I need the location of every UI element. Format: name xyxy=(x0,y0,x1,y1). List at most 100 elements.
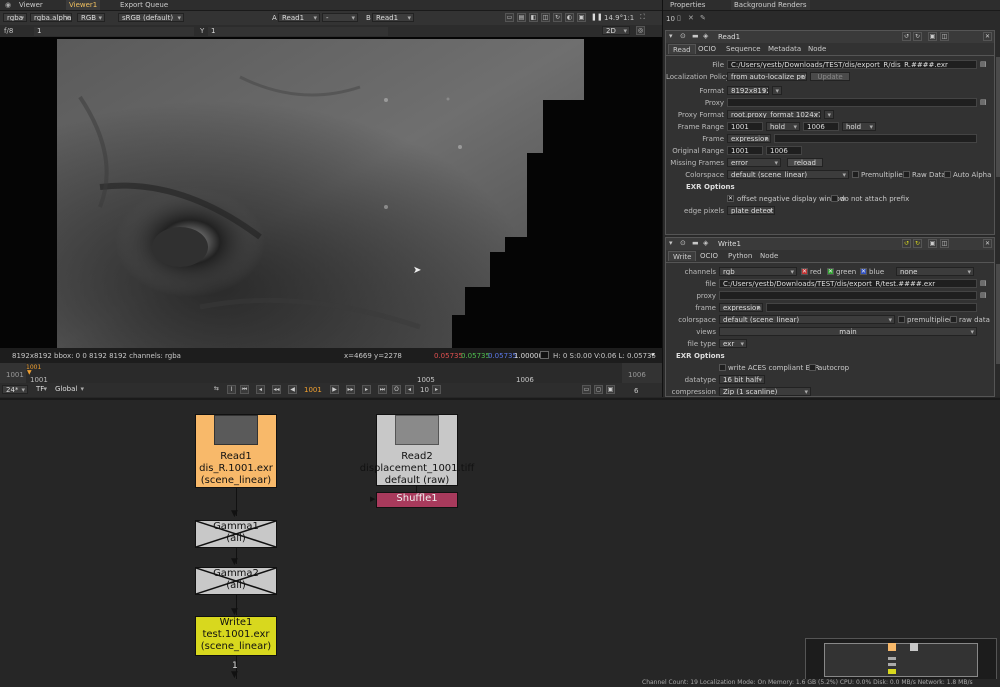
pause-icon[interactable]: ❚❚ xyxy=(591,13,603,21)
step-value[interactable]: 10 xyxy=(420,386,429,394)
tf-dropdown[interactable]: TF xyxy=(33,385,49,394)
write-redo-icon[interactable]: ↻ xyxy=(913,239,922,248)
swatch-icon[interactable]: ▣ xyxy=(577,13,586,22)
undo-icon[interactable]: ↺ xyxy=(902,32,911,41)
fps-dropdown[interactable]: 24* xyxy=(2,385,28,394)
flipbook-icon[interactable]: ◻ xyxy=(594,385,603,394)
sync-icon[interactable]: ⇆ xyxy=(212,385,221,394)
write-close-icon[interactable]: ✕ xyxy=(983,239,992,248)
views-dropdown[interactable]: main xyxy=(719,327,977,336)
close-icon[interactable]: ✕ xyxy=(983,32,992,41)
autocrop-checkbox[interactable] xyxy=(809,364,816,371)
viewer-canvas[interactable]: ➤ xyxy=(0,37,662,348)
pencil-icon[interactable]: ✎ xyxy=(700,14,706,22)
write-frame-dropdown[interactable]: expression xyxy=(719,303,763,312)
node-minimap[interactable] xyxy=(805,638,997,680)
current-frame[interactable]: 1001 xyxy=(304,386,322,394)
view-mode-dropdown[interactable]: 2D xyxy=(602,26,630,35)
write1-name[interactable]: Write1 xyxy=(718,240,741,248)
reload-button[interactable]: reload xyxy=(787,158,823,167)
lut-icon[interactable]: ▤ xyxy=(517,13,526,22)
color-icon[interactable]: ◈ xyxy=(703,32,708,40)
play-back-icon[interactable]: ◀ xyxy=(288,385,297,394)
camera-icon[interactable]: ◎ xyxy=(636,26,645,35)
tab-viewer1[interactable]: Viewer1 xyxy=(66,0,101,10)
proxy-format-extra-dropdown[interactable] xyxy=(824,110,834,119)
write-file-browse-icon[interactable]: ▤ xyxy=(980,279,987,287)
format-dropdown[interactable]: 8192x8192 xyxy=(727,86,769,95)
tab-node[interactable]: Node xyxy=(804,44,830,54)
write-undo-icon[interactable]: ↺ xyxy=(902,239,911,248)
read1-scrollbar[interactable] xyxy=(996,57,1000,177)
write-file-field[interactable]: C:/Users/yestb/Downloads/TEST/dis/export… xyxy=(719,279,977,288)
scope-dropdown[interactable]: Global xyxy=(52,385,86,394)
display-dropdown[interactable]: sRGB (default) xyxy=(118,13,184,22)
write-node-icon[interactable]: ▬ xyxy=(692,239,699,247)
next-key-icon[interactable]: ▸ xyxy=(362,385,371,394)
localization-dropdown[interactable]: from auto-localize path xyxy=(727,72,807,81)
in-point-icon[interactable]: I xyxy=(227,385,236,394)
frame-before-dropdown[interactable]: hold xyxy=(766,122,800,131)
prev-key-icon[interactable]: ◂ xyxy=(256,385,265,394)
write-proxy-browse-icon[interactable]: ▤ xyxy=(980,291,987,299)
write-color-icon[interactable]: ◈ xyxy=(703,239,708,247)
write-reset-icon[interactable]: ▣ xyxy=(928,239,937,248)
input-b-dropdown[interactable]: Read1 xyxy=(372,13,414,22)
tab-background-renders[interactable]: Background Renders xyxy=(731,0,810,10)
write1-scrollbar[interactable] xyxy=(996,264,1000,364)
step-forward-icon[interactable]: ▸ xyxy=(432,385,441,394)
write-premultiplied-checkbox[interactable] xyxy=(898,316,905,323)
reset-icon[interactable]: ▣ xyxy=(928,32,937,41)
gamma-field[interactable]: 1 xyxy=(208,27,388,36)
file-field[interactable]: C:/Users/yestb/Downloads/TEST/dis/export… xyxy=(727,60,977,69)
write-help-icon[interactable]: ⊙ xyxy=(680,239,686,247)
first-frame-icon[interactable]: ⏮ xyxy=(240,385,249,394)
alpha-channel-dropdown[interactable]: none xyxy=(896,267,974,276)
loop-count[interactable]: 6 xyxy=(634,387,638,395)
file-type-dropdown[interactable]: exr xyxy=(719,339,747,348)
timeline[interactable]: 1001 1001 ▼ 1001 1005 1006 1006 xyxy=(0,363,662,384)
write-frame-expression[interactable] xyxy=(766,303,977,312)
frame-expression-field[interactable] xyxy=(774,134,977,143)
refresh-icon[interactable]: ↻ xyxy=(553,13,562,22)
prev-step-icon[interactable]: ◂◂ xyxy=(272,385,281,394)
red-checkbox[interactable]: ✕ xyxy=(801,268,808,275)
read2-node[interactable]: Read2 displacement_1001.tiff default (ra… xyxy=(360,414,474,486)
proxy-format-dropdown[interactable]: root.proxy_format 1024x778 xyxy=(727,110,821,119)
tab-export-queue[interactable]: Export Queue xyxy=(117,0,171,10)
step-back-icon[interactable]: ◂ xyxy=(405,385,414,394)
lock-icon[interactable]: ▯ xyxy=(677,14,681,22)
help-icon[interactable]: ⊙ xyxy=(680,32,686,40)
frame-after-dropdown[interactable]: hold xyxy=(842,122,876,131)
frame-mode-dropdown[interactable]: expression xyxy=(727,134,771,143)
read1-name[interactable]: Read1 xyxy=(718,33,740,41)
auto-alpha-checkbox[interactable] xyxy=(944,171,951,178)
write-aces-checkbox[interactable] xyxy=(719,364,726,371)
edge-pixels-dropdown[interactable]: plate detect xyxy=(727,206,775,215)
tab-properties[interactable]: Properties xyxy=(667,0,708,10)
update-button[interactable]: Update xyxy=(810,72,850,81)
tab-write-node[interactable]: Node xyxy=(756,251,782,261)
input-a-dropdown[interactable]: Read1 xyxy=(278,13,320,22)
channels-dropdown[interactable]: rgb xyxy=(719,267,797,276)
frame-first-field[interactable]: 1001 xyxy=(727,122,763,131)
write-raw-data-checkbox[interactable] xyxy=(950,316,957,323)
clip-icon[interactable]: ◧ xyxy=(529,13,538,22)
tab-ocio[interactable]: OCIO xyxy=(694,44,720,54)
frame-last-field[interactable]: 1006 xyxy=(803,122,839,131)
play-icon[interactable]: ▶ xyxy=(330,385,339,394)
gain-field[interactable]: 1 xyxy=(34,27,194,36)
tab-python[interactable]: Python xyxy=(724,251,756,261)
read1-node[interactable]: Read1 dis_R.1001.exr (scene_linear) xyxy=(195,414,277,488)
datatype-dropdown[interactable]: 16 bit half xyxy=(719,375,765,384)
float-icon[interactable]: ◫ xyxy=(940,32,949,41)
zoom-value[interactable]: 1:1 xyxy=(623,14,634,22)
orig-first-field[interactable]: 1001 xyxy=(727,146,763,155)
gamma1-node[interactable]: Gamma1 (all) xyxy=(195,520,277,548)
tab-metadata[interactable]: Metadata xyxy=(764,44,805,54)
blue-checkbox[interactable]: ✕ xyxy=(860,268,867,275)
tab-write-ocio[interactable]: OCIO xyxy=(696,251,722,261)
overlay-icon[interactable]: ◫ xyxy=(541,13,550,22)
collapse-icon[interactable]: ▾ xyxy=(669,32,673,40)
missing-frames-dropdown[interactable]: error xyxy=(727,158,781,167)
